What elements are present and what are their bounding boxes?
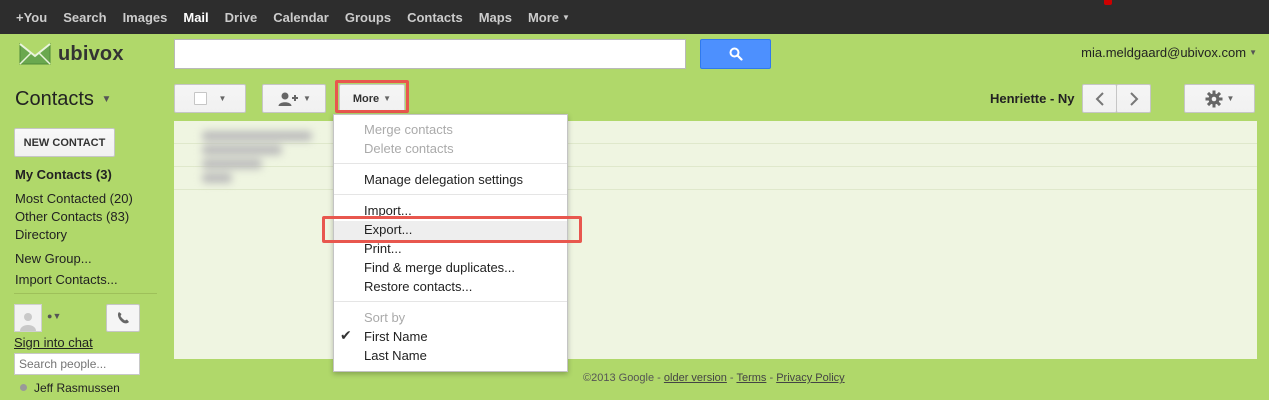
person-icon <box>20 313 36 331</box>
blurred-contact-rows <box>202 127 332 189</box>
older-version-link[interactable]: older version <box>664 372 727 384</box>
sidebar-item-other-contacts[interactable]: Other Contacts (83) <box>15 209 129 224</box>
menu-item-restore-contacts[interactable]: Restore contacts... <box>364 279 472 294</box>
footer-separator: - <box>654 372 664 384</box>
export-highlight <box>322 216 582 243</box>
menu-item-sort-first-name[interactable]: First Name <box>364 329 428 344</box>
menu-item-sort-last-name[interactable]: Last Name <box>364 348 427 363</box>
chevron-down-icon: ▼ <box>1249 48 1257 57</box>
google-bar-nav: +You Search Images Mail Drive Calendar G… <box>8 0 578 34</box>
notification-marker <box>1104 0 1112 5</box>
gbar-contacts[interactable]: Contacts <box>399 10 471 25</box>
menu-item-delegation-settings[interactable]: Manage delegation settings <box>364 172 523 187</box>
search-people-input[interactable] <box>14 353 140 375</box>
chevron-down-icon: ▼ <box>101 94 112 105</box>
footer: ©2013 Google - older version - Terms - P… <box>583 372 845 384</box>
page-title: Contacts <box>15 88 94 110</box>
chevron-right-icon <box>1129 91 1138 106</box>
previous-button[interactable] <box>1082 84 1117 113</box>
menu-separator <box>334 163 567 164</box>
gbar-search[interactable]: Search <box>55 10 114 25</box>
new-group-link[interactable]: New Group... <box>15 251 92 266</box>
import-contacts-link[interactable]: Import Contacts... <box>15 272 118 287</box>
chevron-down-icon: ▼ <box>1226 94 1235 103</box>
chat-contact-item[interactable]: Jeff Rasmussen <box>20 381 120 395</box>
gbar-more[interactable]: More ▼ <box>520 10 578 25</box>
checkmark-icon: ✔ <box>340 327 352 343</box>
gbar-drive[interactable]: Drive <box>217 10 266 25</box>
menu-item-print[interactable]: Print... <box>364 241 402 256</box>
sidebar-item-directory[interactable]: Directory <box>15 227 67 242</box>
sidebar-divider <box>14 293 157 294</box>
chat-status-menu[interactable]: ●▼ <box>47 311 61 321</box>
account-menu[interactable]: mia.meldgaard@ubivox.com ▼ <box>1081 45 1257 60</box>
chevron-down-icon: ▼ <box>562 12 570 22</box>
sign-into-chat-link[interactable]: Sign into chat <box>14 335 93 350</box>
menu-item-find-merge-duplicates[interactable]: Find & merge duplicates... <box>364 260 515 275</box>
ubivox-logo-icon <box>19 42 51 65</box>
google-bar: +You Search Images Mail Drive Calendar G… <box>0 0 1269 34</box>
account-email: mia.meldgaard@ubivox.com <box>1081 45 1247 60</box>
search-input[interactable] <box>174 39 686 69</box>
sidebar-item-most-contacted[interactable]: Most Contacted (20) <box>15 191 133 206</box>
gbar-calendar[interactable]: Calendar <box>265 10 337 25</box>
avatar[interactable] <box>14 304 42 332</box>
privacy-policy-link[interactable]: Privacy Policy <box>776 372 844 384</box>
new-contact-button[interactable]: NEW CONTACT <box>14 128 115 157</box>
chevron-down-icon: ▼ <box>218 94 227 103</box>
logo-text: ubivox <box>58 42 124 65</box>
menu-separator <box>334 194 567 195</box>
menu-heading-sort-by: Sort by <box>364 310 406 325</box>
presence-dot-icon <box>20 384 27 391</box>
gbar-you[interactable]: +You <box>8 10 55 25</box>
search-icon <box>729 47 743 61</box>
chevron-left-icon <box>1095 91 1104 106</box>
gbar-maps[interactable]: Maps <box>471 10 520 25</box>
footer-separator: - <box>766 372 777 384</box>
menu-separator <box>334 301 567 302</box>
phone-icon <box>117 312 129 324</box>
terms-link[interactable]: Terms <box>736 372 766 384</box>
copyright-text: ©2013 Google <box>583 372 655 384</box>
more-dropdown-menu: Merge contacts Delete contacts Manage de… <box>333 114 568 372</box>
add-person-icon <box>278 92 299 106</box>
chat-contact-name: Jeff Rasmussen <box>34 381 120 395</box>
next-button[interactable] <box>1116 84 1151 113</box>
gear-icon <box>1205 90 1223 107</box>
add-to-group-button[interactable]: ▼ <box>262 84 326 113</box>
checkbox-icon[interactable] <box>193 92 207 105</box>
more-button-highlight <box>335 80 409 113</box>
status-dot-icon: ● <box>47 311 53 321</box>
select-checkbox-button[interactable]: ▼ <box>174 84 246 113</box>
call-phone-button[interactable] <box>106 304 140 332</box>
menu-item-merge-contacts[interactable]: Merge contacts <box>364 122 453 137</box>
chevron-down-icon: ▼ <box>303 94 311 103</box>
gbar-groups[interactable]: Groups <box>337 10 399 25</box>
settings-button[interactable]: ▼ <box>1184 84 1255 113</box>
ubivox-logo[interactable]: ubivox <box>18 42 124 66</box>
app-title-menu[interactable]: Contacts ▼ <box>15 88 111 111</box>
gbar-images[interactable]: Images <box>115 10 176 25</box>
menu-item-delete-contacts[interactable]: Delete contacts <box>364 141 454 156</box>
sidebar-item-my-contacts[interactable]: My Contacts (3) <box>15 167 112 182</box>
search-button[interactable] <box>700 39 771 69</box>
gbar-mail[interactable]: Mail <box>175 10 216 25</box>
current-contact-name: Henriette - Ny <box>990 91 1075 106</box>
gbar-more-label: More <box>527 9 559 25</box>
